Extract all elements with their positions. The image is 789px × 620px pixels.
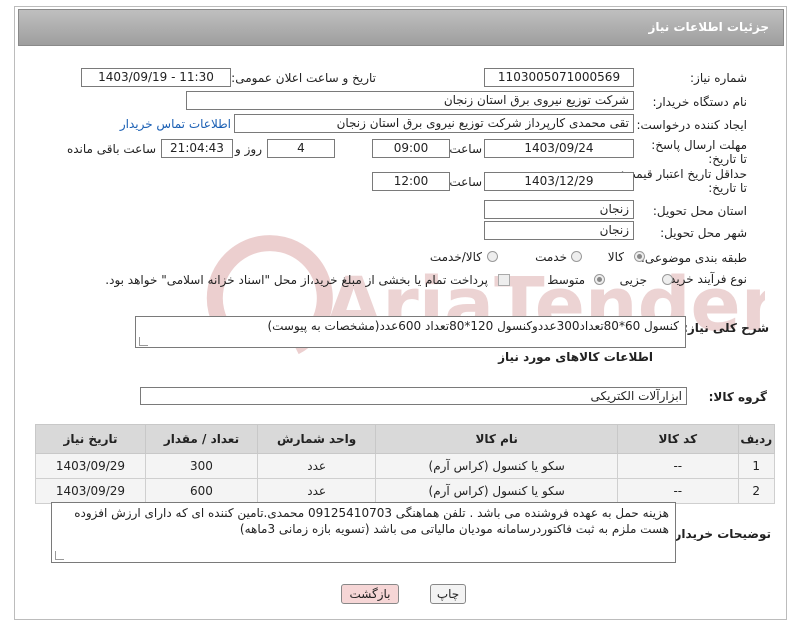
process-radio-medium[interactable]: [594, 274, 605, 285]
category-option-goods: کالا: [607, 250, 624, 264]
price-date-field[interactable]: 1403/12/29: [484, 172, 634, 191]
col-header: نام کالا: [375, 424, 619, 454]
need-number-field[interactable]: 1103005071000569: [484, 68, 634, 87]
province-field[interactable]: زنجان: [484, 200, 634, 219]
notes-resize-handle[interactable]: [55, 551, 64, 560]
buyer-org-field[interactable]: شرکت توزیع نیروی برق استان زنجان: [186, 91, 634, 110]
reply-time-field[interactable]: 09:00: [372, 139, 450, 158]
process-radio-minor[interactable]: [662, 274, 673, 285]
category-radio-both[interactable]: [487, 251, 498, 262]
buyer-notes-field[interactable]: هزینه حمل به عهده فروشنده می باشد . تلفن…: [51, 502, 676, 563]
cell: --: [617, 478, 739, 504]
creator-label: ایجاد کننده درخواست:: [636, 118, 747, 132]
cell: 1403/09/29: [35, 453, 146, 479]
cell: --: [617, 453, 739, 479]
col-header: تعداد / مقدار: [144, 424, 258, 454]
need-number-label: شماره نیاز:: [690, 71, 747, 85]
table-row[interactable]: 1 -- سکو یا کنسول (کراس آرم) عدد 300 140…: [35, 453, 775, 479]
cell: 300: [144, 453, 258, 479]
remaining-time-field[interactable]: 21:04:43: [161, 139, 233, 158]
province-label: استان محل تحویل:: [652, 204, 747, 218]
creator-field[interactable]: تقی محمدی کارپرداز شرکت توزیع نیروی برق …: [234, 114, 634, 133]
announce-field[interactable]: 1403/09/19 - 11:30: [81, 68, 231, 87]
page-title: جزئیات اطلاعات نیاز: [648, 20, 769, 34]
cell: 1403/09/29: [35, 478, 146, 504]
buyer-notes-label: توضیحات خریدار:: [669, 527, 771, 541]
col-header: کد کالا: [617, 424, 739, 454]
city-field[interactable]: زنجان: [484, 221, 634, 240]
process-option-minor: جزیی: [619, 273, 647, 287]
process-label: نوع فرآیند خرید :: [662, 272, 747, 286]
col-header: واحد شمارش: [256, 424, 377, 454]
cell: 1: [737, 453, 775, 479]
treasury-payment-text: پرداخت تمام یا بخشی از مبلغ خرید،از محل …: [105, 273, 488, 287]
days-field[interactable]: 4: [267, 139, 335, 158]
cell: 600: [144, 478, 258, 504]
table-row[interactable]: 2 -- سکو یا کنسول (کراس آرم) عدد 600 140…: [35, 478, 775, 504]
col-header: تاریخ نیاز: [35, 424, 146, 454]
goods-table-header: ردیف کد کالا نام کالا واحد شمارش تعداد /…: [35, 424, 775, 454]
buyer-org-label: نام دستگاه خریدار:: [652, 95, 748, 109]
price-validity-label: حداقل تاریخ اعتبار قیمت: تا تاریخ:: [620, 167, 747, 195]
category-radio-service[interactable]: [571, 251, 582, 262]
category-option-both: کالا/خدمت: [429, 250, 482, 264]
cell: عدد: [256, 478, 377, 504]
category-option-service: خدمت: [535, 250, 567, 264]
remaining-label: ساعت باقی مانده: [66, 142, 156, 156]
cell: سکو یا کنسول (کراس آرم): [375, 453, 619, 479]
print-button[interactable]: چاپ: [430, 584, 466, 604]
description-label: شرح کلی نیاز:: [683, 321, 769, 335]
cell: 2: [737, 478, 775, 504]
goods-group-field[interactable]: ابزارآلات الکتریکی: [140, 387, 687, 405]
city-label: شهر محل تحویل:: [660, 226, 747, 240]
goods-group-label: گروه کالا:: [708, 390, 767, 404]
price-time-label: ساعت: [449, 175, 482, 189]
reply-deadline-label: مهلت ارسال پاسخ: تا تاریخ:: [651, 138, 747, 166]
category-label: طبقه بندی موضوعی:: [640, 251, 747, 265]
cell: سکو یا کنسول (کراس آرم): [375, 478, 619, 504]
cell: عدد: [256, 453, 377, 479]
contact-info-link[interactable]: اطلاعات تماس خریدار: [120, 117, 231, 131]
announce-value: 1403/09/19 - 11:30: [98, 70, 214, 84]
page-header: جزئیات اطلاعات نیاز: [18, 9, 784, 46]
reply-date-field[interactable]: 1403/09/24: [484, 139, 634, 158]
description-field[interactable]: کنسول 60*80تعداد300عددوکنسول 120*80تعداد…: [135, 316, 686, 348]
goods-table: ردیف کد کالا نام کالا واحد شمارش تعداد /…: [35, 424, 775, 504]
treasury-payment-checkbox[interactable]: [498, 274, 510, 286]
reply-time-label: ساعت: [449, 142, 482, 156]
goods-section-title: اطلاعات کالاهای مورد نیاز: [498, 350, 653, 364]
process-option-medium: متوسط: [547, 273, 585, 287]
back-button[interactable]: بازگشت: [341, 584, 399, 604]
category-radio-goods[interactable]: [634, 251, 645, 262]
description-resize-handle[interactable]: [139, 337, 148, 346]
price-time-field[interactable]: 12:00: [372, 172, 450, 191]
col-header: ردیف: [737, 424, 775, 454]
announce-label: تاریخ و ساعت اعلان عمومی:: [231, 71, 376, 85]
days-label: روز و: [235, 142, 262, 156]
